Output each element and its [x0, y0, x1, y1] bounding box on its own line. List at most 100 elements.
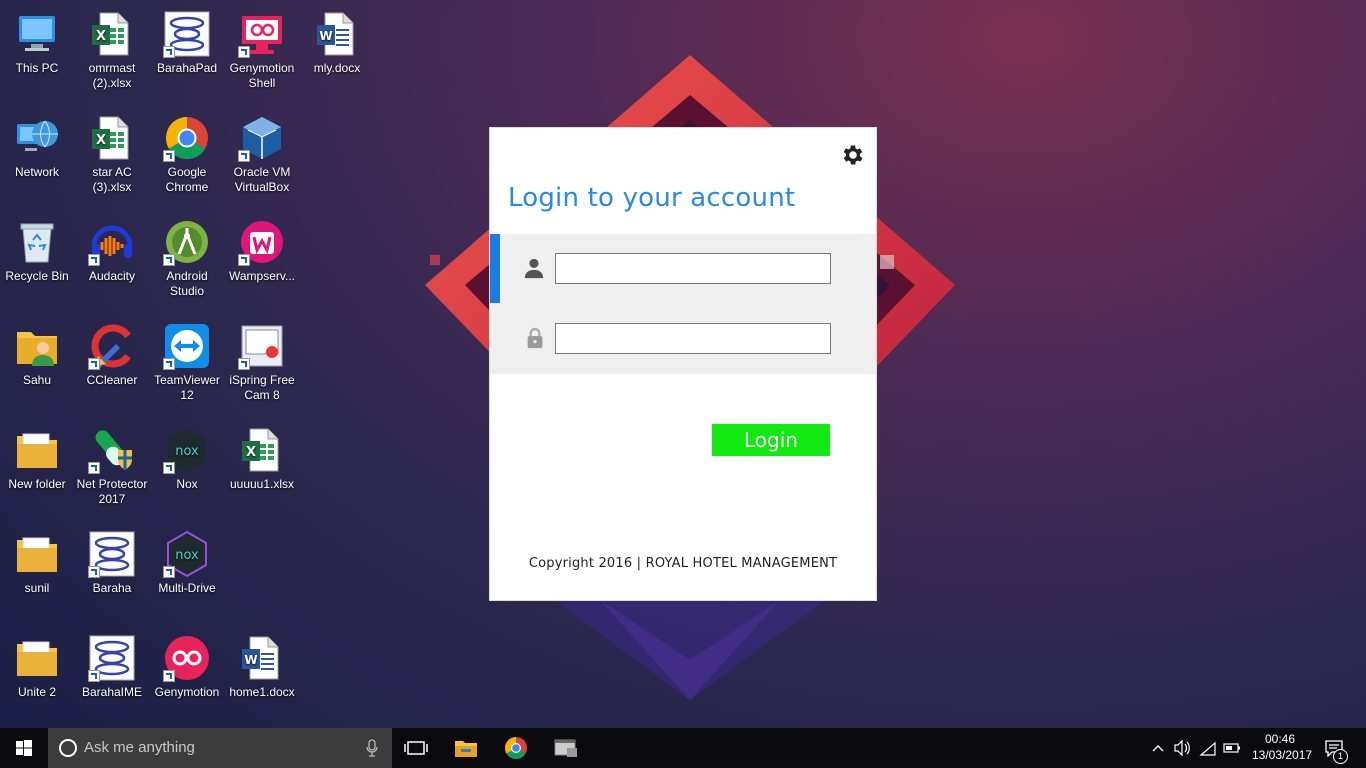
desktop-icon-label: TeamViewer 12: [154, 373, 220, 402]
audacity-icon: [88, 218, 136, 266]
network-icon: [13, 114, 61, 162]
taskbar: Ask me anything 00:46 13/03/2017 1: [0, 728, 1366, 768]
clock[interactable]: 00:46 13/03/2017: [1252, 731, 1312, 763]
shortcut-arrow-icon: [163, 150, 175, 162]
desktop-icon-label: Recycle Bin: [5, 269, 69, 283]
svg-text:nox: nox: [175, 548, 199, 563]
desktop-icon-label: Nox: [176, 477, 198, 491]
svg-text:X: X: [96, 133, 106, 148]
desktop-icon[interactable]: This PC: [0, 2, 74, 102]
task-view-icon[interactable]: [392, 728, 440, 768]
net-protector-icon: [88, 426, 136, 474]
desktop-icon[interactable]: iSpring Free Cam 8: [225, 314, 299, 414]
desktop-icon-label: Net Protector 2017: [76, 477, 148, 506]
gear-icon[interactable]: [840, 142, 866, 168]
app-window-icon[interactable]: [541, 728, 589, 768]
desktop-icon-label: Oracle VM VirtualBox: [233, 165, 291, 194]
desktop-icon-label: Baraha: [92, 581, 132, 595]
desktop-icon[interactable]: Wampserv...: [225, 210, 299, 310]
desktop-icon[interactable]: Genymotion Shell: [225, 2, 299, 102]
wifi-icon[interactable]: [1198, 728, 1218, 768]
login-button[interactable]: Login: [712, 424, 830, 456]
shortcut-arrow-icon: [163, 670, 175, 682]
shortcut-arrow-icon: [88, 670, 100, 682]
desktop-icon[interactable]: Xstar AC (3).xlsx: [75, 106, 149, 206]
desktop-icon-label: BarahaIME: [81, 685, 143, 699]
search-placeholder: Ask me anything: [84, 739, 195, 756]
desktop-icon[interactable]: nox Nox: [150, 418, 224, 518]
chrome-icon[interactable]: [492, 728, 540, 768]
desktop-icon[interactable]: Xuuuuu1.xlsx: [225, 418, 299, 518]
password-input[interactable]: [555, 323, 831, 354]
desktop-icon[interactable]: nox Multi-Drive: [150, 522, 224, 622]
clock-time: 00:46: [1264, 732, 1296, 746]
action-center-button[interactable]: 1: [1320, 728, 1350, 768]
search-box[interactable]: Ask me anything: [48, 728, 392, 768]
android-studio-icon: [163, 218, 211, 266]
cortana-icon: [59, 739, 77, 757]
shortcut-arrow-icon: [88, 254, 100, 266]
desktop-icon[interactable]: TeamViewer 12: [150, 314, 224, 414]
desktop-icon[interactable]: Sahu: [0, 314, 74, 414]
notification-badge: 1: [1333, 749, 1348, 764]
word-file-icon: W: [313, 10, 361, 58]
username-input[interactable]: [555, 253, 831, 284]
desktop-icon[interactable]: Recycle Bin: [0, 210, 74, 310]
shortcut-arrow-icon: [238, 358, 250, 370]
desktop-icon[interactable]: BarahaIME: [75, 626, 149, 726]
genymotion-icon: [163, 634, 211, 682]
desktop-icon[interactable]: Xomrmast (2).xlsx: [75, 2, 149, 102]
windows-start-icon[interactable]: [0, 728, 48, 768]
desktop-icon[interactable]: New folder: [0, 418, 74, 518]
desktop-icon[interactable]: Android Studio: [150, 210, 224, 310]
ispring-icon: [238, 322, 286, 370]
file-explorer-icon[interactable]: [442, 728, 490, 768]
login-dialog: Login to your account Login Copyright 20…: [490, 128, 876, 600]
desktop-icon[interactable]: Audacity: [75, 210, 149, 310]
copyright-text: Copyright 2016 | ROYAL HOTEL MANAGEMENT: [528, 556, 838, 571]
shortcut-arrow-icon: [163, 46, 175, 58]
word-file-icon: W: [238, 634, 286, 682]
shortcut-arrow-icon: [163, 358, 175, 370]
desktop-icon-label: Google Chrome: [165, 165, 209, 194]
desktop-icon-label: BarahaPad: [156, 61, 218, 75]
desktop-icon[interactable]: BarahaPad: [150, 2, 224, 102]
lock-icon: [527, 327, 543, 349]
desktop-icon[interactable]: Whome1.docx: [225, 626, 299, 726]
nox-multidrive-icon: nox: [163, 530, 211, 578]
desktop-icon[interactable]: sunil: [0, 522, 74, 622]
page-title: Login to your account: [508, 183, 796, 213]
desktop-icon[interactable]: Unite 2: [0, 626, 74, 726]
shortcut-arrow-icon: [88, 358, 100, 370]
desktop-icon[interactable]: Google Chrome: [150, 106, 224, 206]
baraha-icon: [88, 530, 136, 578]
desktop-icon[interactable]: Baraha: [75, 522, 149, 622]
baraha-icon: [88, 634, 136, 682]
chrome-icon: [163, 114, 211, 162]
excel-file-icon: X: [88, 114, 136, 162]
desktop-icon[interactable]: Net Protector 2017: [75, 418, 149, 518]
desktop-icon[interactable]: Oracle VM VirtualBox: [225, 106, 299, 206]
nox-icon: nox: [163, 426, 211, 474]
folder-icon: [13, 530, 61, 578]
accent-bar: [490, 234, 500, 303]
svg-text:W: W: [319, 29, 332, 43]
desktop-icon-label: Genymotion Shell: [229, 61, 295, 90]
folder-icon: [13, 634, 61, 682]
desktop-icon-label: omrmast (2).xlsx: [88, 61, 136, 90]
desktop-icon-label: Sahu: [22, 373, 52, 387]
desktop-icon[interactable]: Network: [0, 106, 74, 206]
desktop-icon[interactable]: Wmly.docx: [300, 2, 374, 102]
microphone-icon[interactable]: [366, 739, 378, 757]
ccleaner-icon: [88, 322, 136, 370]
battery-icon[interactable]: [1222, 728, 1242, 768]
desktop-icon-label: Android Studio: [166, 269, 208, 298]
speaker-icon[interactable]: [1172, 728, 1192, 768]
virtualbox-icon: [238, 114, 286, 162]
shortcut-arrow-icon: [163, 566, 175, 578]
desktop-icon[interactable]: Genymotion: [150, 626, 224, 726]
desktop-icon[interactable]: CCleaner: [75, 314, 149, 414]
folder-icon: [13, 426, 61, 474]
shortcut-arrow-icon: [163, 462, 175, 474]
chevron-up-icon[interactable]: [1150, 728, 1166, 768]
